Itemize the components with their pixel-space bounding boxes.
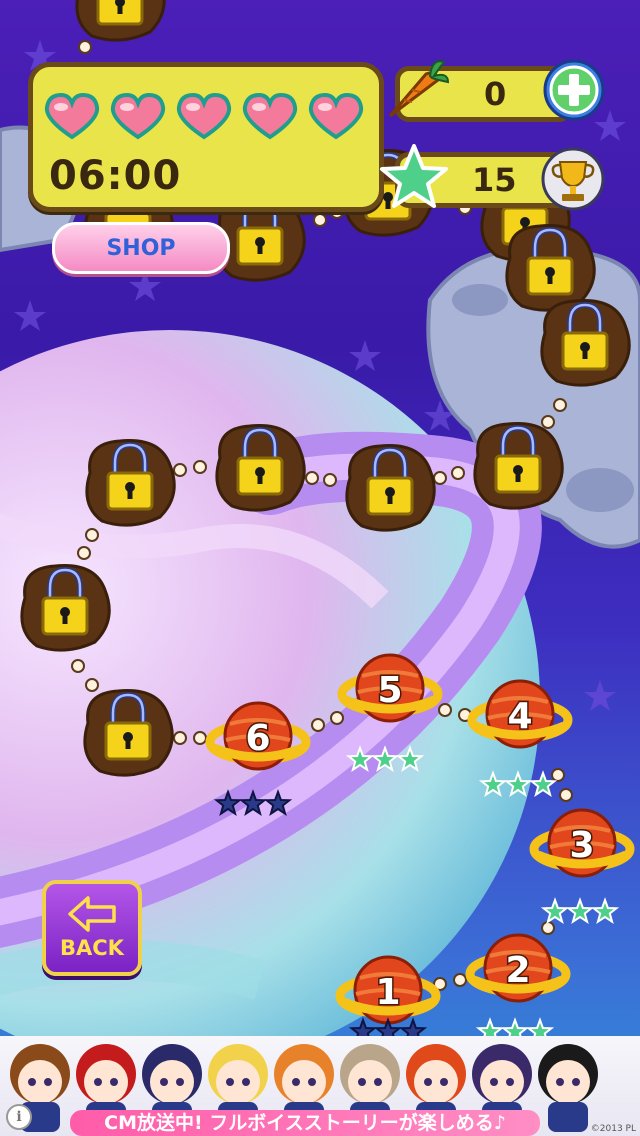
back-button[interactable]: BACK	[42, 880, 142, 976]
ad-caption: CM放送中! フルボイスストーリーが楽しめる♪	[70, 1110, 540, 1136]
carrot-icon	[388, 60, 450, 118]
level-node[interactable]: 4	[467, 679, 573, 749]
level-node[interactable]: 5	[337, 653, 443, 723]
level-star-earned	[528, 770, 558, 798]
info-icon[interactable]: i	[6, 1104, 32, 1130]
level-star-earned	[478, 770, 508, 798]
level-number: 6	[245, 718, 270, 759]
level-star-empty	[213, 789, 243, 817]
level-star-earned	[540, 897, 570, 925]
star-icon	[380, 144, 448, 208]
level-number: 4	[507, 696, 532, 737]
level-number: 5	[377, 670, 402, 711]
level-number: 2	[505, 950, 530, 991]
shop-button[interactable]: SHOP	[52, 222, 230, 274]
heart-icon	[110, 92, 166, 140]
level-star-empty	[263, 789, 293, 817]
chibi-character	[538, 1044, 598, 1132]
plus-icon[interactable]	[542, 58, 606, 122]
ad-banner[interactable]: CM放送中! フルボイスストーリーが楽しめる♪ ©2013 PL	[0, 1036, 640, 1136]
level-star-earned	[395, 745, 425, 773]
back-label: BACK	[60, 936, 124, 960]
heart-icon	[242, 92, 298, 140]
level-star-earned	[345, 745, 375, 773]
heart-icon	[308, 92, 364, 140]
ad-copyright: ©2013 PL	[590, 1124, 636, 1134]
hearts-row	[41, 91, 367, 141]
life-timer: 06:00	[49, 153, 182, 199]
level-star-earned	[590, 897, 620, 925]
trophy-icon[interactable]	[540, 146, 606, 212]
heart-icon	[44, 92, 100, 140]
level-node[interactable]: 6	[205, 701, 311, 771]
level-star-earned	[565, 897, 595, 925]
level-map: 1 2 3 4 5 6 06:00 0 15 SHOP BACK CM放送中! フルボイス…	[0, 0, 640, 1136]
level-number: 1	[375, 972, 400, 1013]
carrot-count: 0	[484, 75, 507, 113]
lives-panel: 06:00	[28, 62, 384, 212]
level-star-earned	[370, 745, 400, 773]
level-number: 3	[569, 825, 594, 866]
heart-icon	[176, 92, 232, 140]
level-star-empty	[238, 789, 268, 817]
level-node[interactable]: 2	[465, 933, 571, 1003]
level-star-earned	[503, 770, 533, 798]
level-node[interactable]: 3	[529, 808, 635, 878]
back-arrow-icon	[68, 896, 116, 932]
level-node[interactable]: 1	[335, 955, 441, 1025]
star-total: 15	[472, 161, 517, 199]
